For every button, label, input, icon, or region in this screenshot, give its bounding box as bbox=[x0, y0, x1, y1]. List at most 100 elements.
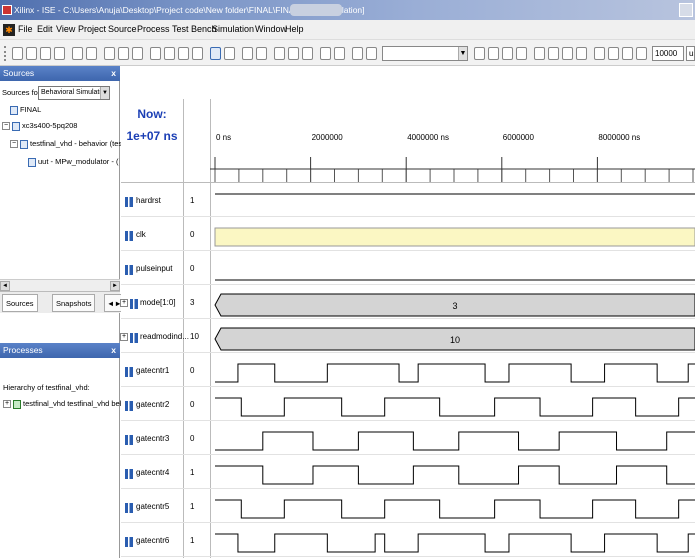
redo-icon[interactable] bbox=[334, 47, 345, 60]
binoculars-icon[interactable] bbox=[352, 47, 363, 60]
menu-source[interactable]: Source bbox=[108, 24, 137, 34]
print-preview-icon[interactable] bbox=[86, 47, 97, 60]
paste-signal-icon[interactable] bbox=[302, 47, 313, 60]
vhdl-file-icon bbox=[20, 139, 28, 149]
open-file-icon[interactable] bbox=[26, 47, 37, 60]
scroll-left-icon[interactable]: ◄ bbox=[0, 281, 10, 291]
bit-waveform bbox=[215, 533, 695, 553]
step-icon[interactable] bbox=[594, 47, 605, 60]
menu-help[interactable]: Help bbox=[285, 24, 304, 34]
tree-item-label: testfinal_vhd - behavior (testfi bbox=[30, 139, 128, 148]
run-for-icon[interactable] bbox=[576, 47, 587, 60]
tree-item-label: xc3s400-5pq208 bbox=[22, 121, 78, 130]
menu-edit[interactable]: Edit bbox=[37, 24, 53, 34]
run-time-input[interactable]: 10000 bbox=[652, 46, 684, 61]
bus-value-label: 3 bbox=[452, 301, 457, 311]
menu-window[interactable]: Window bbox=[255, 24, 287, 34]
window-control-button[interactable] bbox=[679, 3, 693, 17]
sources-for-label: Sources for: bbox=[2, 88, 43, 97]
tab-snapshots[interactable]: Snapshots bbox=[52, 294, 96, 312]
find-icon[interactable] bbox=[242, 47, 253, 60]
scroll-right-icon[interactable]: ► bbox=[110, 281, 120, 291]
menu-file[interactable]: File bbox=[18, 24, 33, 34]
tree-item-device[interactable]: − xc3s400-5pq208 bbox=[2, 120, 77, 132]
new-file-icon[interactable] bbox=[12, 47, 23, 60]
save-all-icon[interactable] bbox=[54, 47, 65, 60]
clock-waveform bbox=[214, 227, 695, 247]
run-all-icon[interactable] bbox=[562, 47, 573, 60]
collapse-icon[interactable]: − bbox=[2, 122, 10, 131]
chevron-down-icon[interactable]: ▼ bbox=[458, 47, 467, 60]
left-panel: Sources x Sources for: Behavioral Simula… bbox=[0, 66, 130, 558]
zoom-full-icon[interactable] bbox=[192, 47, 203, 60]
sim-config-icon[interactable] bbox=[622, 47, 633, 60]
tab-snapshots-label: Snapshots bbox=[56, 299, 92, 308]
time-unit-select[interactable]: us bbox=[686, 46, 695, 61]
delete-marker-icon[interactable] bbox=[516, 47, 527, 60]
chevron-down-icon[interactable]: ▼ bbox=[100, 87, 109, 99]
sources-for-row: Sources for: Behavioral Simulation ▼ bbox=[0, 84, 120, 102]
menu-test-bench[interactable]: Test Bench bbox=[172, 24, 217, 34]
close-icon[interactable]: x bbox=[111, 66, 116, 81]
bit-waveform bbox=[215, 431, 695, 451]
zoom-out-icon[interactable] bbox=[164, 47, 175, 60]
time-unit-value: us bbox=[689, 49, 694, 58]
menu-simulation[interactable]: Simulation bbox=[212, 24, 254, 34]
sources-horizontal-scrollbar[interactable]: ◄ ► bbox=[0, 279, 120, 291]
menu-process[interactable]: Process bbox=[137, 24, 170, 34]
waveform-canvas[interactable]: 0 ns 2000000 4000000 ns 6000000 8000000 ns 3 1… bbox=[121, 66, 695, 558]
tree-item-testbench[interactable]: − testfinal_vhd - behavior (testfi bbox=[10, 138, 128, 150]
vhdl-file-icon bbox=[28, 157, 36, 167]
zoom-fit-icon[interactable] bbox=[178, 47, 189, 60]
restart-icon[interactable] bbox=[548, 47, 559, 60]
previous-marker-icon[interactable] bbox=[488, 47, 499, 60]
collapse-icon[interactable]: − bbox=[10, 140, 18, 149]
menu-view[interactable]: View bbox=[56, 24, 75, 34]
window-title-bar: Xilinx - ISE - C:\Users\Anuja\Desktop\Pr… bbox=[0, 0, 695, 20]
copy-signal-icon[interactable] bbox=[288, 47, 299, 60]
tree-item-uut[interactable]: uut - MPw_modulator - ( bbox=[28, 156, 118, 168]
undo-icon[interactable] bbox=[320, 47, 331, 60]
cut-icon[interactable] bbox=[274, 47, 285, 60]
tab-sources[interactable]: Sources bbox=[2, 294, 38, 312]
time-tick-label: 4000000 ns bbox=[407, 133, 449, 142]
break-icon[interactable] bbox=[608, 47, 619, 60]
help-icon[interactable] bbox=[534, 47, 545, 60]
sources-tabs: Sources Snapshots ◄► bbox=[0, 291, 125, 313]
hierarchy-label-text: Hierarchy of testfinal_vhd: bbox=[3, 383, 90, 392]
paste-icon[interactable] bbox=[118, 47, 129, 60]
bit-waveform bbox=[215, 499, 695, 519]
run-time-value: 10000 bbox=[655, 49, 678, 58]
zoom-in-icon[interactable] bbox=[150, 47, 161, 60]
expand-icon[interactable]: + bbox=[3, 400, 11, 409]
bus-value-label: 10 bbox=[450, 335, 460, 345]
process-tree-label: testfinal_vhd testfinal_vhd beh... bbox=[23, 399, 131, 408]
timer-icon[interactable] bbox=[636, 47, 647, 60]
toolbar: ▼ 10000 us bbox=[0, 40, 695, 66]
copy-icon[interactable] bbox=[104, 47, 115, 60]
process-tree-item[interactable]: + testfinal_vhd testfinal_vhd beh... bbox=[3, 398, 130, 410]
hierarchy-label: Hierarchy of testfinal_vhd: bbox=[3, 382, 90, 394]
chip-icon bbox=[12, 121, 20, 131]
add-marker-icon[interactable] bbox=[474, 47, 485, 60]
save-icon[interactable] bbox=[40, 47, 51, 60]
time-tick-label: 0 ns bbox=[216, 133, 231, 142]
processes-panel-title: Processes bbox=[3, 345, 43, 355]
print-icon[interactable] bbox=[72, 47, 83, 60]
waveform-window-icon[interactable] bbox=[210, 47, 221, 60]
tree-item-final[interactable]: FINAL bbox=[10, 104, 41, 116]
find-next-icon[interactable] bbox=[366, 47, 377, 60]
bit-waveform bbox=[215, 363, 695, 383]
tree-item-label: FINAL bbox=[20, 105, 42, 114]
next-marker-icon[interactable] bbox=[502, 47, 513, 60]
waveform-viewer[interactable]: Now: 1e+07 ns hardrst 1 clk 0 pulseinput 0 + mo… bbox=[120, 66, 695, 558]
project-icon[interactable] bbox=[132, 47, 143, 60]
sources-for-select[interactable]: Behavioral Simulation ▼ bbox=[38, 86, 110, 100]
close-icon[interactable]: x bbox=[111, 343, 116, 358]
bookmark-icon[interactable] bbox=[256, 47, 267, 60]
refresh-icon[interactable] bbox=[224, 47, 235, 60]
search-combo[interactable]: ▼ bbox=[382, 46, 468, 61]
app-icon bbox=[2, 5, 12, 15]
menu-project[interactable]: Project bbox=[78, 24, 106, 34]
tree-item-label: uut - MPw_modulator - ( bbox=[38, 157, 119, 166]
